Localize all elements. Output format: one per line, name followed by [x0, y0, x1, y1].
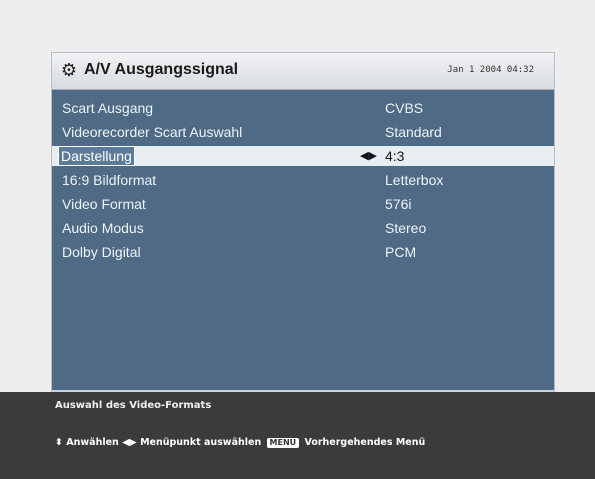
clock: Jan 1 2004 04:32 — [447, 65, 534, 75]
settings-list: Scart Ausgang CVBS Videorecorder Scart A… — [52, 90, 554, 390]
setting-value: CVBS — [385, 100, 424, 116]
setting-row-darstellung[interactable]: Darstellung ◀▶ 4:3 — [52, 146, 554, 166]
footer-hint: Auswahl des Video-Formats — [55, 400, 212, 411]
key-legend: ⬍ Anwählen ◀▶ Menüpunkt auswählen MENU V… — [55, 437, 425, 448]
legend-select: Anwählen — [66, 437, 119, 448]
setting-value: Stereo — [385, 220, 427, 236]
setting-label: Videorecorder Scart Auswahl — [62, 124, 243, 140]
setting-label: Darstellung — [58, 146, 135, 166]
legend-move: Menüpunkt auswählen — [140, 437, 262, 448]
footer-bar: Auswahl des Video-Formats ⬍ Anwählen ◀▶ … — [0, 392, 595, 479]
setting-label: Video Format — [62, 196, 146, 212]
setting-row-audio-modus[interactable]: Audio Modus Stereo — [52, 218, 554, 238]
gear-icon: ⚙ — [60, 60, 78, 81]
setting-row-video-format[interactable]: Video Format 576i — [52, 194, 554, 214]
tv-screen: ⚙ A/V Ausgangssignal Jan 1 2004 04:32 Sc… — [0, 0, 595, 479]
left-right-arrows-icon: ◀▶ — [360, 149, 377, 162]
title-bar: ⚙ A/V Ausgangssignal Jan 1 2004 04:32 — [52, 53, 554, 90]
setting-label: 16:9 Bildformat — [62, 172, 157, 188]
menu-key-icon: MENU — [266, 438, 300, 448]
setting-value: 576i — [385, 196, 412, 212]
settings-panel: ⚙ A/V Ausgangssignal Jan 1 2004 04:32 Sc… — [51, 52, 555, 394]
setting-row-dolby-digital[interactable]: Dolby Digital PCM — [52, 242, 554, 262]
setting-label: Scart Ausgang — [62, 100, 154, 116]
setting-label: Dolby Digital — [62, 244, 141, 260]
setting-value: Letterbox — [385, 172, 444, 188]
setting-label: Audio Modus — [62, 220, 144, 236]
page-title: A/V Ausgangssignal — [84, 61, 239, 78]
setting-value: Standard — [385, 124, 442, 140]
legend-back: Vorhergehendes Menü — [304, 437, 426, 448]
setting-row-bildformat[interactable]: 16:9 Bildformat Letterbox — [52, 170, 554, 190]
setting-row-videorecorder-scart[interactable]: Videorecorder Scart Auswahl Standard — [52, 122, 554, 142]
setting-value: 4:3 — [385, 148, 405, 164]
left-right-arrows-icon: ◀▶ — [122, 437, 137, 448]
setting-value: PCM — [385, 244, 417, 260]
up-down-arrows-icon: ⬍ — [55, 437, 63, 448]
setting-row-scart-ausgang[interactable]: Scart Ausgang CVBS — [52, 98, 554, 118]
